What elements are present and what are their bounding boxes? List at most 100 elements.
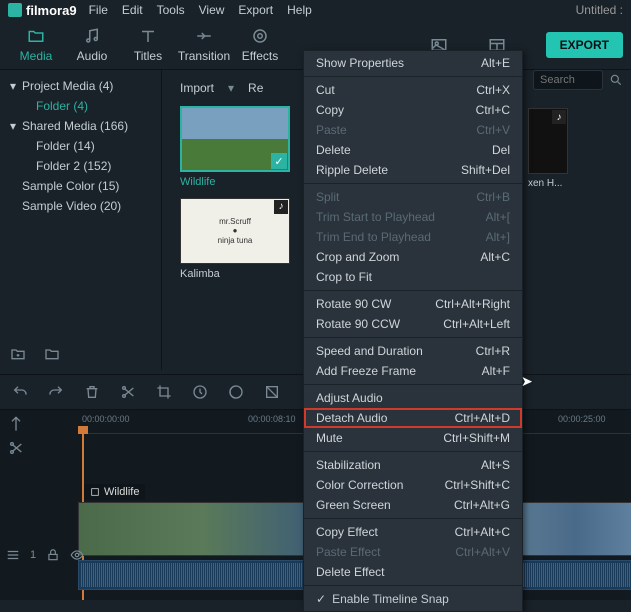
sidebar-item-label: Project Media (4) — [22, 79, 113, 93]
chevron-down-icon: ▾ — [10, 79, 18, 93]
sidebar-item[interactable]: ▾ Project Media (4) — [0, 76, 161, 96]
split-icon[interactable] — [120, 384, 136, 400]
ruler-tick: 00:00:00:00 — [82, 414, 130, 424]
ctx-adjust-audio[interactable]: Adjust Audio — [304, 388, 522, 408]
sidebar-item[interactable]: ▾ Shared Media (166) — [0, 116, 161, 136]
export-button[interactable]: EXPORT — [546, 32, 623, 58]
ctx-trim-end: Trim End to PlayheadAlt+] — [304, 227, 522, 247]
ctx-copy[interactable]: CopyCtrl+C — [304, 100, 522, 120]
ctx-detach-audio[interactable]: Detach AudioCtrl+Alt+D — [304, 408, 522, 428]
delete-icon[interactable] — [84, 384, 100, 400]
sidebar-item-label: Sample Video (20) — [22, 199, 121, 213]
ctx-delete[interactable]: DeleteDel — [304, 140, 522, 160]
sidebar-item[interactable]: Sample Video (20) — [0, 196, 161, 216]
ctx-delete-effect[interactable]: Delete Effect — [304, 562, 522, 582]
new-folder-icon[interactable] — [10, 346, 26, 362]
tab-transition[interactable]: Transition — [176, 27, 232, 63]
thumb-image: ♪ — [528, 108, 568, 174]
marker-icon[interactable] — [8, 416, 24, 432]
search-wrap — [533, 70, 623, 90]
thumb-label: xen H... — [528, 178, 568, 189]
redo-icon[interactable] — [48, 384, 64, 400]
green-screen-icon[interactable] — [264, 384, 280, 400]
ctx-paste-effect: Paste EffectCtrl+Alt+V — [304, 542, 522, 562]
ctx-paste: PasteCtrl+V — [304, 120, 522, 140]
chevron-down-icon: ▾ — [10, 119, 18, 133]
effects-icon — [251, 27, 269, 45]
ctx-rotate-ccw[interactable]: Rotate 90 CCWCtrl+Alt+Left — [304, 314, 522, 334]
check-icon: ✓ — [271, 153, 287, 169]
ctx-crop-fit[interactable]: Crop to Fit — [304, 267, 522, 287]
sidebar-item[interactable]: Sample Color (15) — [0, 176, 161, 196]
cursor-icon: ➤ — [521, 373, 533, 390]
eye-icon[interactable] — [70, 548, 84, 562]
track-number: 1 — [30, 549, 36, 561]
tab-titles[interactable]: Titles — [120, 27, 176, 63]
music-badge-icon: ♪ — [274, 200, 288, 214]
app-logo: filmora9 — [8, 3, 77, 18]
sidebar-item-label: Folder (14) — [36, 139, 95, 153]
tab-effects[interactable]: Effects — [232, 27, 288, 63]
thumb-kalimba[interactable]: mr.Scruff●ninja tuna ♪ Kalimba — [180, 198, 290, 280]
ctx-show-properties[interactable]: Show PropertiesAlt+E — [304, 53, 522, 73]
ctx-trim-start: Trim Start to PlayheadAlt+[ — [304, 207, 522, 227]
undo-icon[interactable] — [12, 384, 28, 400]
ctx-crop-zoom[interactable]: Crop and ZoomAlt+C — [304, 247, 522, 267]
ctx-green-screen[interactable]: Green ScreenCtrl+Alt+G — [304, 495, 522, 515]
record-button[interactable]: Re — [248, 81, 263, 95]
thumb-wildlife[interactable]: ✓ Wildlife — [180, 106, 290, 188]
thumb-partial[interactable]: ♪ xen H... — [528, 108, 568, 189]
ctx-cut[interactable]: CutCtrl+X — [304, 80, 522, 100]
speed-icon[interactable] — [192, 384, 208, 400]
ctx-mute[interactable]: MuteCtrl+Shift+M — [304, 428, 522, 448]
ctx-enable-snap[interactable]: ✓Enable Timeline Snap — [304, 589, 522, 609]
sidebar-item[interactable]: Folder (4) — [0, 96, 161, 116]
ruler-tick: 00:00:08:10 — [248, 414, 296, 424]
ctx-split: SplitCtrl+B — [304, 187, 522, 207]
context-menu: Show PropertiesAlt+E CutCtrl+X CopyCtrl+… — [303, 50, 523, 612]
sidebar-item[interactable]: Folder 2 (152) — [0, 156, 161, 176]
tab-audio[interactable]: Audio — [64, 27, 120, 63]
ruler-tick: 00:00:25:00 — [558, 414, 606, 424]
sidebar-item-label: Sample Color (15) — [22, 179, 119, 193]
cut-icon[interactable] — [8, 440, 24, 456]
import-button[interactable]: Import — [180, 81, 214, 95]
folder-icon — [27, 27, 45, 45]
menu-file[interactable]: File — [89, 3, 108, 17]
ctx-copy-effect[interactable]: Copy EffectCtrl+Alt+C — [304, 522, 522, 542]
menu-view[interactable]: View — [199, 3, 225, 17]
music-badge-icon: ♪ — [552, 110, 566, 124]
app-name: filmora9 — [26, 3, 77, 18]
menu-help[interactable]: Help — [287, 3, 312, 17]
lock-icon[interactable] — [46, 548, 60, 562]
menu-tools[interactable]: Tools — [157, 3, 185, 17]
color-icon[interactable] — [228, 384, 244, 400]
search-input[interactable] — [533, 70, 603, 90]
tab-media[interactable]: Media — [8, 27, 64, 63]
crop-icon[interactable] — [156, 384, 172, 400]
document-title: Untitled : — [576, 3, 623, 17]
ctx-freeze[interactable]: Add Freeze FrameAlt+F — [304, 361, 522, 381]
film-icon — [90, 487, 100, 497]
logo-icon — [8, 3, 22, 17]
clip-label: Wildlife — [84, 484, 145, 500]
tracks-icon[interactable] — [6, 548, 20, 562]
search-icon[interactable] — [609, 73, 623, 87]
ctx-speed[interactable]: Speed and DurationCtrl+R — [304, 341, 522, 361]
sidebar-item[interactable]: Folder (14) — [0, 136, 161, 156]
sidebar-item-label: Shared Media (166) — [22, 119, 128, 133]
ctx-rotate-cw[interactable]: Rotate 90 CWCtrl+Alt+Right — [304, 294, 522, 314]
media-sidebar: ▾ Project Media (4) Folder (4) ▾ Shared Medi… — [0, 70, 162, 370]
check-icon: ✓ — [316, 592, 326, 606]
thumb-label: Wildlife — [180, 176, 290, 188]
menu-export[interactable]: Export — [238, 3, 273, 17]
ctx-ripple-delete[interactable]: Ripple DeleteShift+Del — [304, 160, 522, 180]
sidebar-item-label: Folder 2 (152) — [36, 159, 111, 173]
ctx-color-correction[interactable]: Color CorrectionCtrl+Shift+C — [304, 475, 522, 495]
thumb-image: mr.Scruff●ninja tuna ♪ — [180, 198, 290, 264]
media-footer-icons — [10, 346, 60, 362]
folder-icon[interactable] — [44, 346, 60, 362]
menu-edit[interactable]: Edit — [122, 3, 143, 17]
thumb-image: ✓ — [180, 106, 290, 172]
ctx-stabilization[interactable]: StabilizationAlt+S — [304, 455, 522, 475]
